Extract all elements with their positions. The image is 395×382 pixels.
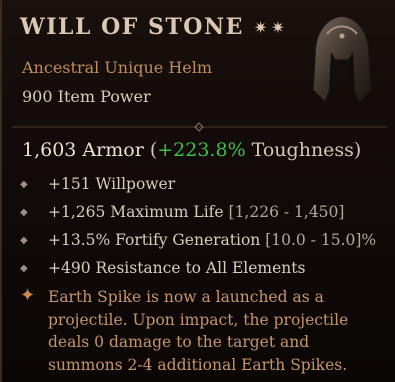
section-divider xyxy=(12,122,387,132)
greater-affix-stars-icon: ✷✷ xyxy=(253,17,289,37)
affix-text: +490 Resistance to All Elements xyxy=(48,259,306,277)
affix-text: +151 Willpower xyxy=(48,175,176,193)
affix-range: [1,226 - 1,450] xyxy=(228,203,345,221)
item-power: 900 Item Power xyxy=(22,87,151,106)
toughness-bonus: +223.8% xyxy=(157,139,246,161)
armor-value: 1,603 Armor xyxy=(22,139,144,161)
affix-list: ◆ +151 Willpower ◆ +1,265 Maximum Life [… xyxy=(20,170,385,282)
item-name: WILL OF STONE xyxy=(20,14,244,40)
affix-text: +1,265 Maximum Life xyxy=(48,203,224,221)
helm-icon xyxy=(312,15,372,104)
diamond-bullet-icon: ◆ xyxy=(20,262,28,274)
diamond-bullet-icon: ◆ xyxy=(20,206,28,218)
unique-effect-text: Earth Spike is now a launched as a proje… xyxy=(48,288,349,374)
unique-power: ✦ Earth Spike is now a launched as a pro… xyxy=(20,286,383,376)
armor-stat: 1,603 Armor (+223.8% Toughness) xyxy=(22,139,361,161)
affix-fortify-generation: ◆ +13.5% Fortify Generation [10.0 - 15.0… xyxy=(20,226,385,254)
diamond-bullet-icon: ◆ xyxy=(20,234,28,246)
affix-willpower: ◆ +151 Willpower xyxy=(20,170,385,198)
title-row: WILL OF STONE ✷✷ xyxy=(20,14,289,40)
affix-text: +13.5% Fortify Generation xyxy=(48,231,261,249)
affix-resistance: ◆ +490 Resistance to All Elements xyxy=(20,254,385,282)
affix-maximum-life: ◆ +1,265 Maximum Life [1,226 - 1,450] xyxy=(20,198,385,226)
item-tooltip: WILL OF STONE ✷✷ Ancestral Unique Helm 9… xyxy=(0,0,395,382)
toughness-label: Toughness) xyxy=(251,139,362,161)
item-type: Ancestral Unique Helm xyxy=(22,58,213,77)
unique-star-icon: ✦ xyxy=(20,285,36,306)
affix-range: [10.0 - 15.0]% xyxy=(265,231,377,249)
diamond-bullet-icon: ◆ xyxy=(20,178,28,190)
